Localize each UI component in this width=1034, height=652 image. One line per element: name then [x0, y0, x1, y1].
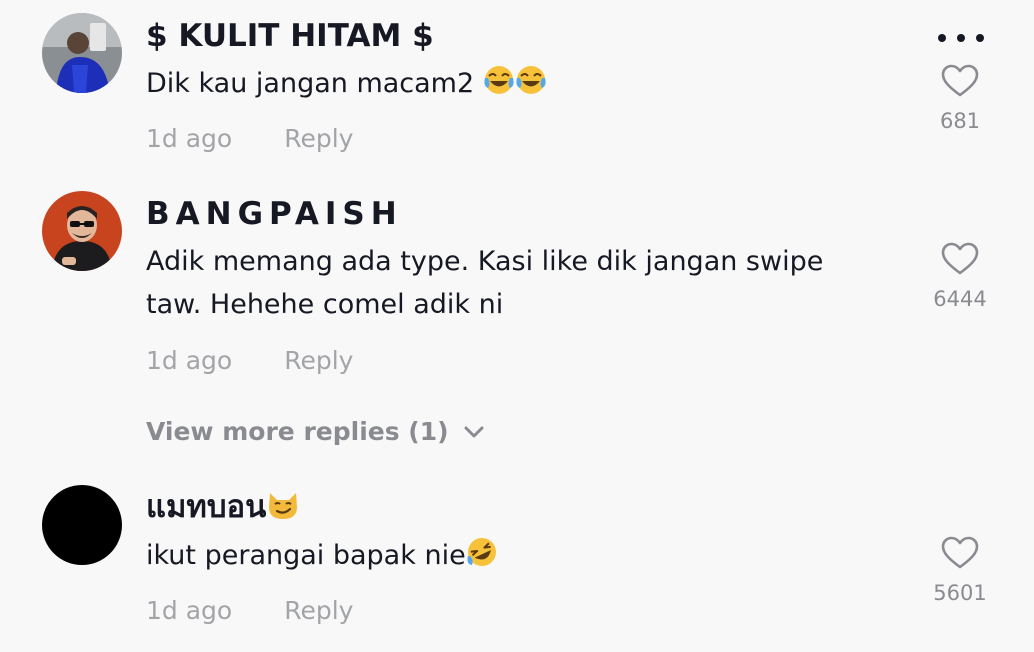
comment-text: Adik memang ada type. Kasi like dik jang…: [146, 246, 824, 320]
comment-username[interactable]: แมทบอน: [146, 487, 300, 531]
like-button[interactable]: 681: [920, 64, 1000, 134]
chevron-down-icon: [464, 426, 484, 438]
heart-outline-icon: [941, 64, 979, 97]
avatar[interactable]: [42, 13, 122, 93]
reply-button[interactable]: Reply: [284, 346, 353, 375]
like-count: 5601: [933, 581, 987, 605]
comment-username[interactable]: BANGPAISH: [146, 194, 403, 234]
view-more-label: View more replies (1): [146, 417, 449, 446]
comment-time: 1d ago: [146, 596, 233, 625]
comment-text: ikut perangai bapak nie: [146, 534, 876, 581]
comment-time: 1d ago: [146, 346, 233, 375]
more-horizontal-icon: [938, 34, 946, 42]
comment-list: $ KULIT HITAM $ Dik kau jangan macam2 1d…: [0, 0, 1034, 652]
smirking-cat-emoji: [266, 489, 300, 531]
like-button[interactable]: 6444: [920, 242, 1000, 312]
comment-meta: 1d ago Reply: [146, 122, 353, 156]
avatar[interactable]: [42, 191, 122, 271]
comment-text: Dik kau jangan macam2: [146, 62, 876, 109]
rolling-on-floor-laughing-emoji: [466, 536, 498, 581]
comment-meta: 1d ago Reply: [146, 594, 353, 628]
comment-meta: 1d ago Reply: [146, 344, 353, 378]
comment-username[interactable]: $ KULIT HITAM $: [146, 16, 434, 56]
avatar[interactable]: [42, 485, 122, 565]
reply-button[interactable]: Reply: [284, 124, 353, 153]
tears-of-joy-emoji: [483, 64, 547, 109]
more-options-button[interactable]: [938, 28, 984, 48]
view-more-replies-button[interactable]: View more replies (1): [146, 415, 485, 449]
heart-outline-icon: [941, 242, 979, 275]
reply-button[interactable]: Reply: [284, 596, 353, 625]
comment-time: 1d ago: [146, 124, 233, 153]
like-count: 6444: [933, 287, 987, 311]
like-button[interactable]: 5601: [920, 536, 1000, 606]
heart-outline-icon: [941, 536, 979, 569]
like-count: 681: [939, 109, 981, 133]
